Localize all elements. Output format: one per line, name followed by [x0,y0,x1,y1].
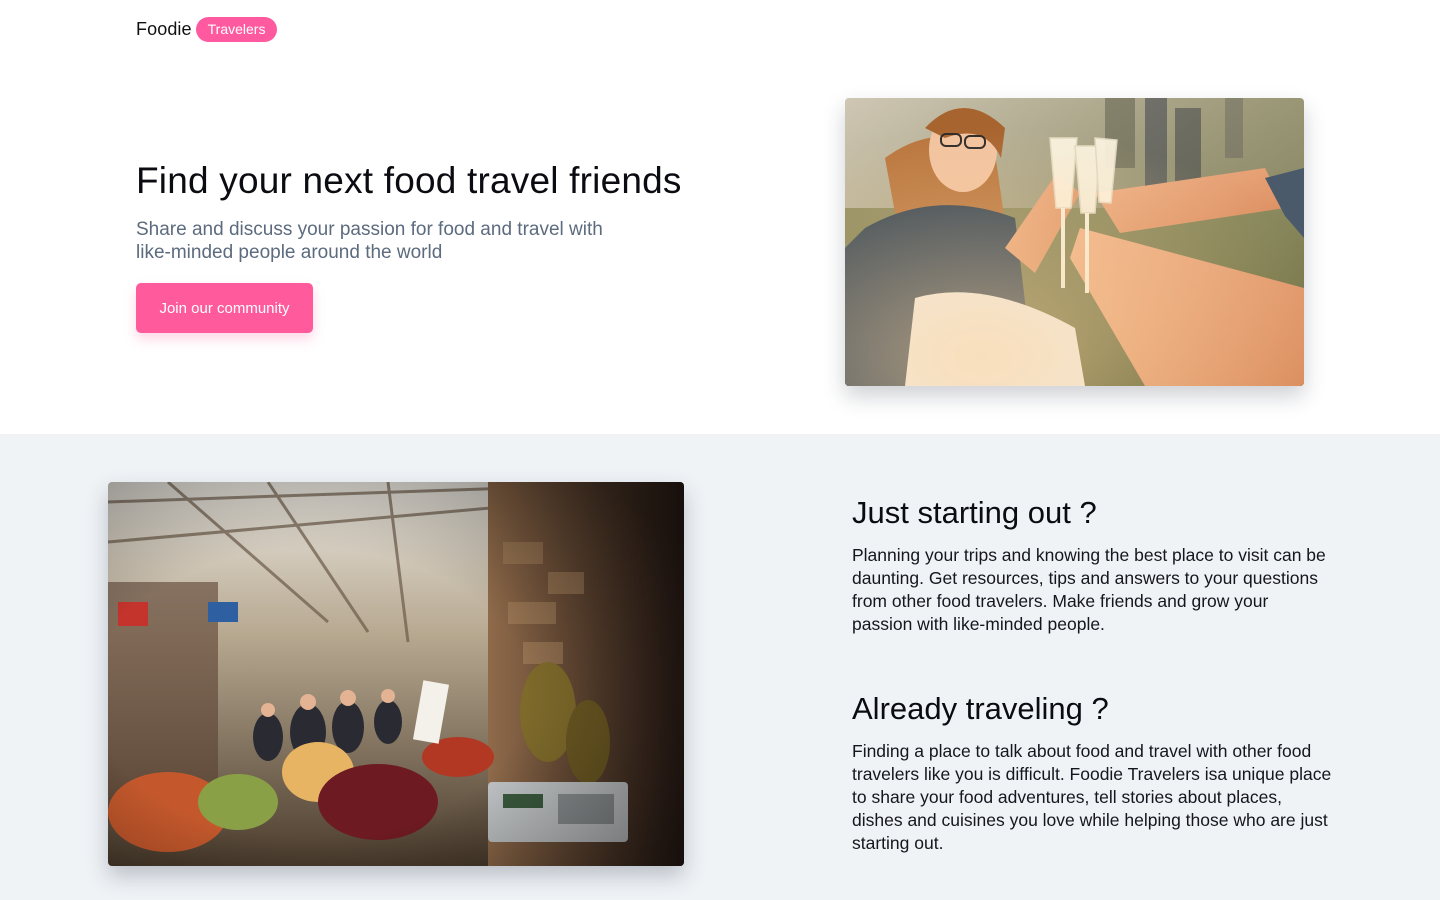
friends-toasting-photo-icon [845,98,1304,386]
market-photo [108,482,684,866]
feature-title: Already traveling ? [852,691,1109,726]
feature-body: Planning your trips and knowing the best… [852,545,1326,634]
feature-body: Finding a place to talk about food and t… [852,741,1332,853]
logo-wordmark: Foodie [136,18,192,39]
site-logo[interactable]: Foodie Travelers [136,16,278,42]
food-market-photo-icon [108,482,684,866]
hero-photo [845,98,1304,386]
features-section: Just starting out ? Planning your trips … [0,434,1440,900]
feature-already-traveling: Already traveling ? Finding a place to t… [852,690,1332,855]
feature-title: Just starting out ? [852,495,1097,530]
logo-badge: Travelers [195,16,278,42]
feature-starting-out: Just starting out ? Planning your trips … [852,494,1332,636]
join-community-button[interactable]: Join our community [136,283,313,333]
hero-title: Find your next food travel friends [136,160,682,201]
hero-subtitle: Share and discuss your passion for food … [136,219,603,263]
